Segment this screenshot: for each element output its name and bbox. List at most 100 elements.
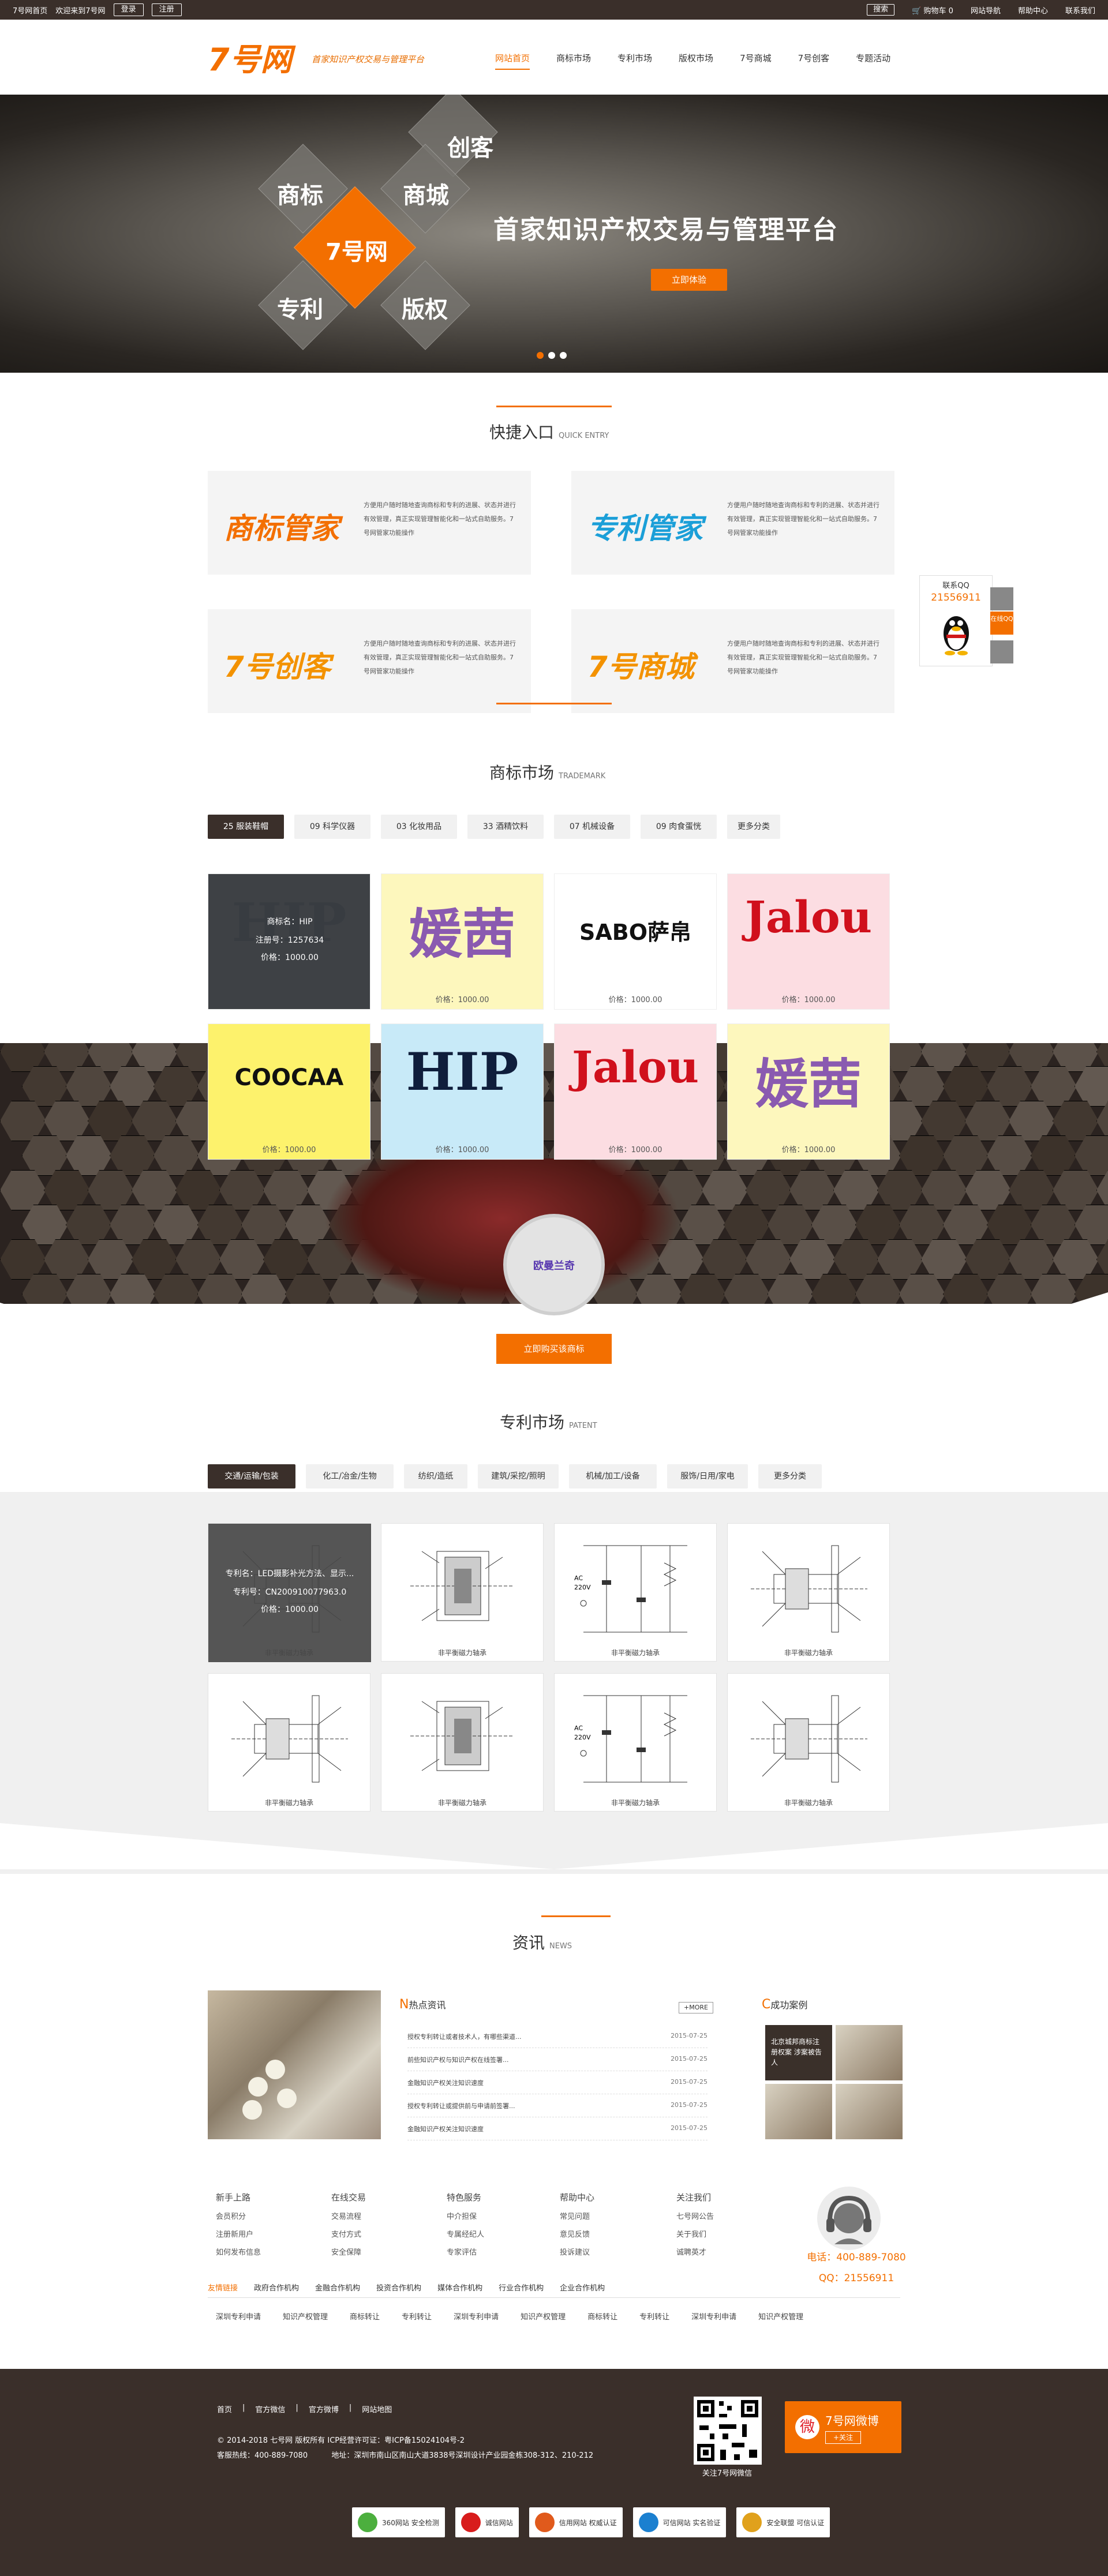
trust-badge[interactable]: 诚信网站 xyxy=(455,2507,519,2537)
footer-link[interactable]: 中介担保 xyxy=(447,2210,484,2221)
footer-link[interactable]: 支付方式 xyxy=(331,2228,366,2239)
featured-brand-logo[interactable]: 欧曼兰奇 xyxy=(503,1214,605,1315)
tab-patent-class[interactable]: 化工/冶金/生物 xyxy=(306,1464,394,1488)
site-nav-link[interactable]: 网站导航 xyxy=(971,5,1001,16)
patent-card[interactable]: 非平衡磁力轴承 xyxy=(727,1673,890,1812)
tab-trademark-class[interactable]: 33 酒精饮料 xyxy=(467,815,544,839)
tab-trademark-class[interactable]: 09 科学仪器 xyxy=(294,815,370,839)
news-item[interactable]: 金融知识产权关注知识速度 2015-07-25 xyxy=(407,2117,708,2140)
partner-tab[interactable]: 政府合作机构 xyxy=(254,2282,299,2293)
friend-link[interactable]: 知识产权管理 xyxy=(521,2311,566,2322)
friend-link[interactable]: 专利转让 xyxy=(639,2311,669,2322)
buy-trademark-button[interactable]: 立即购买该商标 xyxy=(496,1334,612,1364)
quick-entry-patent[interactable]: 专利管家 方便用户随时随地查询商标和专利的进展、状态并进行有效管理，真正实现管理… xyxy=(571,471,894,575)
partner-tab[interactable]: 行业合作机构 xyxy=(499,2282,544,2293)
patent-card[interactable]: 非平衡磁力轴承专利名：LED摄影补光方法、显示...专利号：CN20091007… xyxy=(208,1523,371,1662)
trademark-card[interactable]: 媛茜 价格：1000.00 xyxy=(381,873,544,1010)
footer-link[interactable]: 常见问题 xyxy=(560,2210,594,2221)
footer-link[interactable]: 会员积分 xyxy=(216,2210,261,2221)
tab-trademark-class[interactable]: 09 肉食蛋恍 xyxy=(641,815,717,839)
case-item[interactable] xyxy=(836,2025,903,2080)
help-link[interactable]: 帮助中心 xyxy=(1018,5,1048,16)
case-item[interactable]: 北京城邦商标注册权案 涉案被告人 xyxy=(765,2025,832,2080)
quick-entry-trademark[interactable]: 商标管家 方便用户随时随地查询商标和专利的进展、状态并进行有效管理，真正实现管理… xyxy=(208,471,531,575)
footer-nav-sitemap[interactable]: 网站地图 xyxy=(362,2403,392,2414)
qq-float-panel[interactable]: 联系QQ 21556911 xyxy=(919,575,993,666)
news-item[interactable]: 金融知识产权关注知识速度 2015-07-25 xyxy=(407,2071,708,2094)
online-qq-button[interactable]: 在线QQ xyxy=(990,612,1013,635)
quick-entry-maker[interactable]: 7号创客 方便用户随时随地查询商标和专利的进展、状态并进行有效管理，真正实现管理… xyxy=(208,609,531,713)
friend-link[interactable]: 商标转让 xyxy=(350,2311,380,2322)
trademark-card[interactable]: SABO萨帛 价格：1000.00 xyxy=(554,873,717,1010)
nav-item-mall[interactable]: 7号商城 xyxy=(740,52,772,70)
tab-trademark-class[interactable]: 25 服装鞋帽 xyxy=(208,815,284,839)
try-now-button[interactable]: 立即体验 xyxy=(651,269,727,291)
tab-more-categories[interactable]: 更多分类 xyxy=(727,815,780,839)
tab-patent-class[interactable]: 服饰/日用/家电 xyxy=(667,1464,748,1488)
footer-link[interactable]: 安全保障 xyxy=(331,2246,366,2257)
tab-trademark-class[interactable]: 03 化妆用品 xyxy=(381,815,457,839)
tab-patent-class[interactable]: 机械/加工/设备 xyxy=(569,1464,657,1488)
more-news-button[interactable]: +MORE xyxy=(679,2002,713,2013)
carousel-dot[interactable] xyxy=(537,352,544,359)
tab-patent-class[interactable]: 建筑/采挖/照明 xyxy=(478,1464,559,1488)
trust-badge[interactable]: 可信网站 实名验证 xyxy=(632,2507,727,2537)
cart-link[interactable]: 🛒 购物车 0 xyxy=(912,5,953,16)
weibo-follow-button[interactable]: +关注 xyxy=(825,2431,861,2444)
friend-link[interactable]: 深圳专利申请 xyxy=(691,2311,736,2322)
news-item[interactable]: 授权专利转让或提供前与申请前签署... 2015-07-25 xyxy=(407,2094,708,2117)
trademark-card[interactable]: COOCAA 价格：1000.00 xyxy=(208,1023,370,1160)
friend-link[interactable]: 专利转让 xyxy=(402,2311,432,2322)
nav-item-events[interactable]: 专题活动 xyxy=(856,52,890,70)
nav-item-patent[interactable]: 专利市场 xyxy=(617,52,652,70)
partner-tab[interactable]: 金融合作机构 xyxy=(315,2282,360,2293)
trust-badge[interactable]: 安全联盟 可信认证 xyxy=(736,2507,830,2537)
footer-link[interactable]: 交易流程 xyxy=(331,2210,366,2221)
footer-link[interactable]: 投诉建议 xyxy=(560,2246,594,2257)
trust-badge[interactable]: 信用网站 权威认证 xyxy=(529,2507,623,2537)
partner-tab[interactable]: 企业合作机构 xyxy=(560,2282,605,2293)
trademark-card[interactable]: HIP 价格：1000.00 xyxy=(381,1023,544,1160)
friend-link[interactable]: 深圳专利申请 xyxy=(454,2311,499,2322)
tab-more-categories[interactable]: 更多分类 xyxy=(758,1464,822,1488)
tab-trademark-class[interactable]: 07 机械设备 xyxy=(554,815,630,839)
register-button[interactable]: 注册 xyxy=(151,3,182,16)
patent-card[interactable]: 非平衡磁力轴承 xyxy=(381,1523,544,1662)
trust-badge[interactable]: 360网站 安全检测 xyxy=(352,2507,445,2537)
nav-item-trademark[interactable]: 商标市场 xyxy=(556,52,591,70)
news-item[interactable]: 前些知识产权与知识产权在线签署... 2015-07-25 xyxy=(407,2048,708,2071)
footer-nav-wechat[interactable]: 官方微信 xyxy=(255,2403,285,2414)
tab-patent-class[interactable]: 交通/运输/包装 xyxy=(208,1464,295,1488)
footer-nav-weibo[interactable]: 官方微博 xyxy=(309,2403,339,2414)
footer-link[interactable]: 意见反馈 xyxy=(560,2228,594,2239)
footer-link[interactable]: 七号网公告 xyxy=(676,2210,714,2221)
friend-link[interactable]: 知识产权管理 xyxy=(283,2311,328,2322)
footer-link[interactable]: 诚聘英才 xyxy=(676,2246,714,2257)
news-item[interactable]: 授权专利转让或者技术人，有哪些渠道... 2015-07-25 xyxy=(407,2025,708,2048)
carousel-dot[interactable] xyxy=(548,352,555,359)
partner-tab[interactable]: 投资合作机构 xyxy=(376,2282,421,2293)
patent-card[interactable]: 非平衡磁力轴承 xyxy=(727,1523,890,1662)
back-top-icon[interactable] xyxy=(990,587,1013,610)
partner-tab[interactable]: 友情链接 xyxy=(208,2282,238,2293)
nav-item-copyright[interactable]: 版权市场 xyxy=(679,52,713,70)
patent-card[interactable]: 非平衡磁力轴承 xyxy=(381,1673,544,1812)
home-link[interactable]: 7号网首页 xyxy=(13,5,47,16)
case-item[interactable] xyxy=(765,2084,832,2139)
tab-patent-class[interactable]: 纺织/造纸 xyxy=(404,1464,467,1488)
trademark-card[interactable]: HIP商标名：HIP注册号：1257634价格：1000.00 xyxy=(208,873,370,1010)
search-button[interactable]: 搜索 xyxy=(867,4,895,16)
trademark-card[interactable]: Jalou 价格：1000.00 xyxy=(727,873,890,1010)
weibo-follow[interactable]: 微 7号网微博 +关注 xyxy=(785,2401,901,2453)
friend-link[interactable]: 商标转让 xyxy=(587,2311,617,2322)
patent-card[interactable]: 非平衡磁力轴承 xyxy=(208,1673,370,1812)
nav-item-home[interactable]: 网站首页 xyxy=(495,52,530,70)
nav-item-maker[interactable]: 7号创客 xyxy=(798,52,830,70)
footer-link[interactable]: 注册新用户 xyxy=(216,2228,261,2239)
friend-link[interactable]: 深圳专利申请 xyxy=(216,2311,261,2322)
contact-link[interactable]: 联系我们 xyxy=(1065,5,1095,16)
quick-entry-mall[interactable]: 7号商城 方便用户随时随地查询商标和专利的进展、状态并进行有效管理，真正实现管理… xyxy=(571,609,894,713)
friend-link[interactable]: 知识产权管理 xyxy=(758,2311,803,2322)
trademark-card[interactable]: Jalou 价格：1000.00 xyxy=(554,1023,717,1160)
footer-link[interactable]: 如何发布信息 xyxy=(216,2246,261,2257)
